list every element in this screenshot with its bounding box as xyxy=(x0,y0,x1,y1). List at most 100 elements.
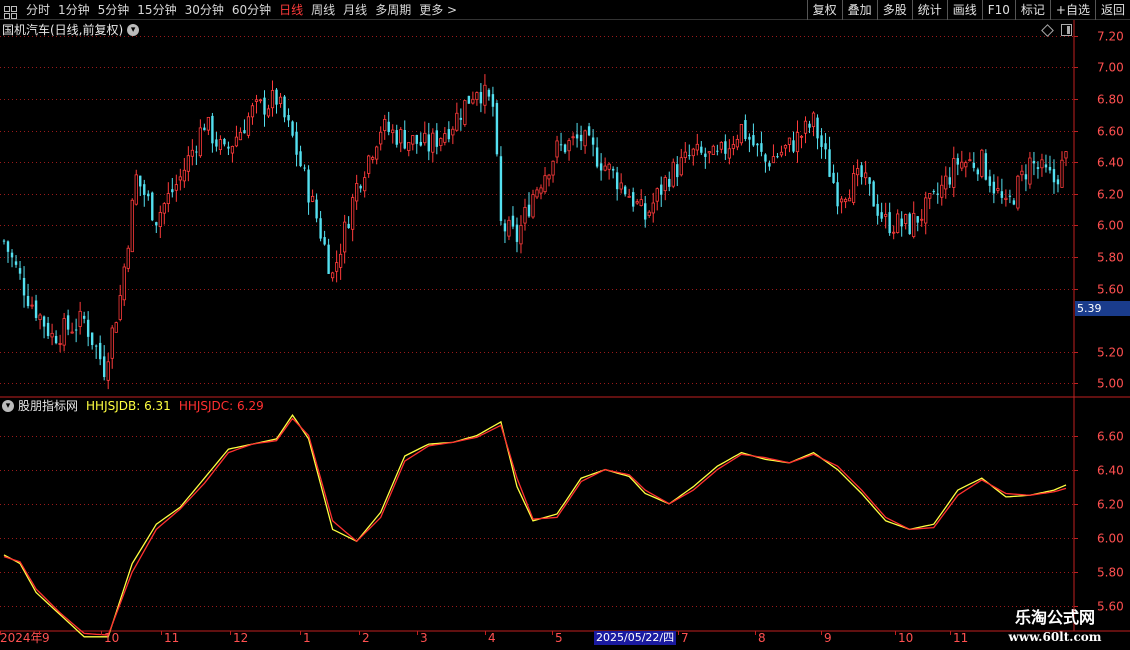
candle-body xyxy=(70,331,74,334)
candle-body xyxy=(792,140,795,152)
candle-body xyxy=(1064,151,1068,159)
candle-body xyxy=(851,173,856,203)
tool-button-3[interactable]: 统计 xyxy=(911,0,947,20)
candle-body xyxy=(587,126,591,136)
candle-body xyxy=(399,129,403,144)
candle-body xyxy=(190,149,194,157)
tool-button-6[interactable]: 标记 xyxy=(1014,0,1050,20)
candle-body xyxy=(700,146,703,153)
candle-body xyxy=(270,90,275,109)
candle-body xyxy=(58,343,62,345)
period-tab-10[interactable]: 更多 > xyxy=(415,0,461,20)
candle-body xyxy=(691,148,695,157)
grid-menu-icon[interactable] xyxy=(4,6,18,20)
candle-body xyxy=(980,149,984,177)
tool-button-7[interactable]: +自选 xyxy=(1049,0,1095,20)
candle-body xyxy=(688,155,691,157)
tool-button-2[interactable]: 多股 xyxy=(876,0,912,20)
candle-body xyxy=(94,345,98,347)
candle-body xyxy=(139,175,142,187)
period-tab-8[interactable]: 月线 xyxy=(339,0,371,20)
tool-button-1[interactable]: 叠加 xyxy=(841,0,877,20)
candle-body xyxy=(391,129,395,134)
candle-body xyxy=(102,356,106,378)
period-tab-3[interactable]: 15分钟 xyxy=(133,0,180,20)
candle-body xyxy=(944,175,948,190)
price-tick-label: 5.80 xyxy=(1097,251,1124,265)
tool-button-5[interactable]: F10 xyxy=(981,0,1015,20)
candle-body xyxy=(10,252,14,258)
chevron-down-icon[interactable]: ▾ xyxy=(127,24,140,36)
indicator-tick-label: 5.80 xyxy=(1097,566,1124,580)
candle-body xyxy=(447,129,451,140)
candle-body xyxy=(916,216,919,223)
chevron-down-icon[interactable]: ▾ xyxy=(2,400,14,412)
tool-button-8[interactable]: 返回 xyxy=(1094,0,1130,20)
period-tab-9[interactable]: 多周期 xyxy=(371,0,415,20)
candle-body xyxy=(1024,174,1028,180)
candle-body xyxy=(50,332,54,338)
candle-body xyxy=(254,99,259,102)
candle-body xyxy=(2,240,6,242)
candle-body xyxy=(599,163,603,171)
candle-body xyxy=(339,253,343,268)
period-tab-1[interactable]: 1分钟 xyxy=(54,0,94,20)
candle-body xyxy=(238,131,243,141)
candle-body xyxy=(451,128,455,136)
candle-body xyxy=(799,135,804,138)
indicator-name[interactable]: 股朋指标网 xyxy=(18,397,78,415)
candle-body xyxy=(627,195,631,198)
candle-body xyxy=(283,96,286,118)
candle-body xyxy=(836,182,839,207)
candle-body xyxy=(110,327,114,359)
period-tab-5[interactable]: 60分钟 xyxy=(228,0,275,20)
candle-body xyxy=(571,136,575,139)
price-tick-label: 7.00 xyxy=(1097,61,1124,75)
candle-body xyxy=(186,155,190,172)
month-label: 8 xyxy=(758,631,766,645)
candle-body xyxy=(74,329,78,331)
candle-body xyxy=(171,189,174,193)
candle-body xyxy=(275,89,278,105)
candle-body xyxy=(315,199,318,219)
candle-body xyxy=(860,165,863,178)
tool-button-4[interactable]: 画线 xyxy=(946,0,982,20)
period-tab-7[interactable]: 周线 xyxy=(307,0,339,20)
candle-body xyxy=(795,132,800,153)
chart-canvas[interactable]: 7.20 7.00 6.80 6.60 6.40 6.20 6.00 5.80 5.60 5.20… xyxy=(0,20,1130,650)
tool-button-0[interactable]: 复权 xyxy=(806,0,842,20)
candle-body xyxy=(155,222,158,226)
panel-toggle-icon[interactable] xyxy=(1061,24,1072,36)
candle-body xyxy=(828,149,831,177)
candle-body xyxy=(839,198,844,203)
candle-body xyxy=(467,95,471,104)
period-tab-2[interactable]: 5分钟 xyxy=(94,0,134,20)
candle-body xyxy=(415,134,418,144)
candle-body xyxy=(203,127,206,131)
price-tick-label: 6.20 xyxy=(1097,188,1124,202)
candle-body xyxy=(299,151,302,167)
candle-body xyxy=(178,176,182,181)
candle-body xyxy=(619,182,623,190)
candle-body xyxy=(395,130,398,145)
candle-body xyxy=(940,184,944,198)
candle-body xyxy=(824,143,827,150)
candle-body xyxy=(90,332,94,346)
candle-body xyxy=(988,176,992,186)
candle-body xyxy=(639,199,643,207)
candle-body xyxy=(920,218,924,221)
candle-body xyxy=(427,134,431,152)
kline-chart-area[interactable]: 7.20 7.00 6.80 6.60 6.40 6.20 6.00 5.80 5.60 5.20… xyxy=(0,20,1130,650)
candle-body xyxy=(46,322,50,336)
candle-body xyxy=(764,154,767,162)
month-label: 10 xyxy=(104,631,120,645)
candle-body xyxy=(1008,195,1012,197)
candle-body xyxy=(783,144,788,149)
candle-body xyxy=(435,130,439,147)
candle-body xyxy=(206,116,210,131)
period-tab-6[interactable]: 日线 xyxy=(275,0,307,20)
candle-body xyxy=(355,183,359,202)
period-tab-4[interactable]: 30分钟 xyxy=(181,0,228,20)
candle-body xyxy=(716,150,719,152)
period-tab-0[interactable]: 分时 xyxy=(22,0,54,20)
